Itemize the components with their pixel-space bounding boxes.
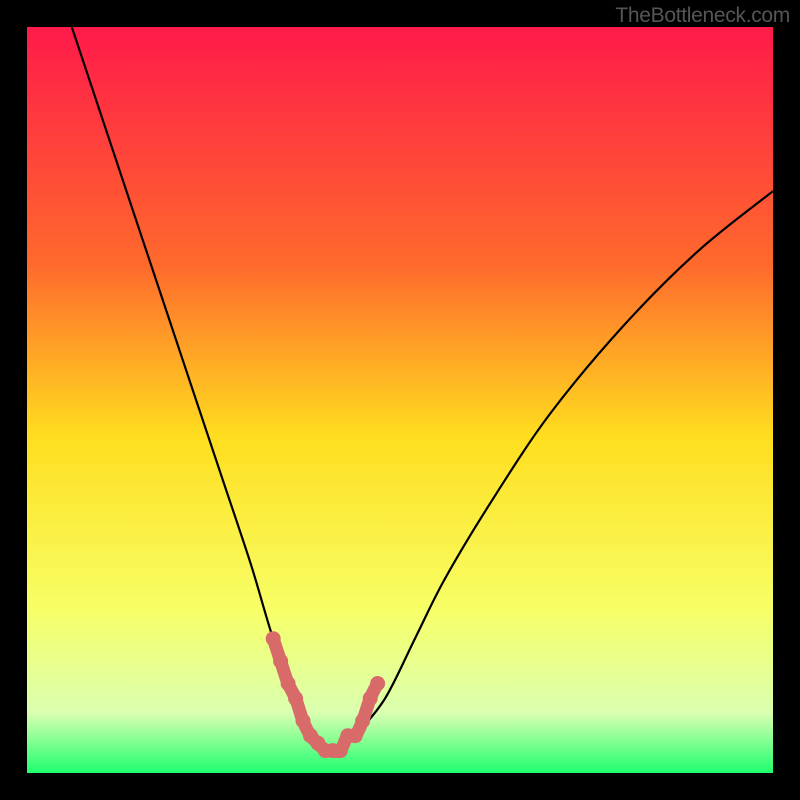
watermark-text: TheBottleneck.com	[615, 4, 790, 28]
chart-frame: TheBottleneck.com	[0, 0, 800, 800]
plot-area	[27, 27, 773, 773]
bottleneck-curve	[27, 27, 773, 773]
